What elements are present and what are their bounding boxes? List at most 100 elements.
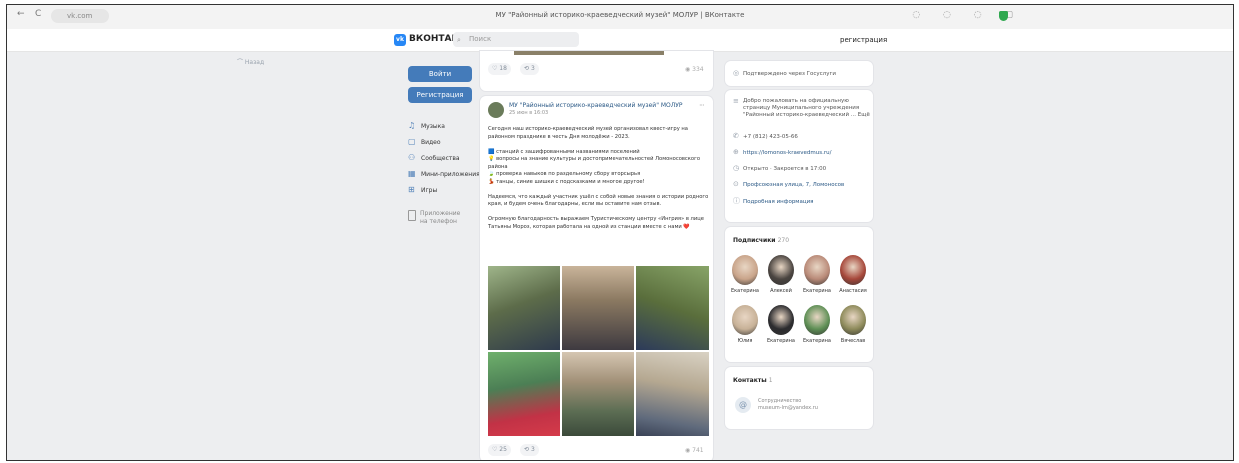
tab-title: МУ "Районный историко-краеведческий музе…: [495, 11, 745, 19]
nav-item-games[interactable]: ⊞ Игры: [408, 184, 437, 196]
post-text-line: 💃 танцы, синие шишки с подсказками и мно…: [488, 178, 645, 185]
views-count: ◉ 334: [685, 66, 704, 73]
phone-icon: ✆: [733, 132, 739, 140]
nav-item-apps[interactable]: ▦ Мини-приложения: [408, 168, 480, 180]
vk-logo-icon[interactable]: vk: [394, 34, 406, 46]
post-text-line: Огромную благодарность выражаем Туристич…: [488, 216, 704, 222]
post-text-line: Надеемся, что каждый участник ушёл с соб…: [488, 193, 709, 200]
subscriber-name[interactable]: Екатерина: [730, 288, 760, 294]
verified-icon: ◎: [733, 69, 740, 77]
subscriber-item[interactable]: Екатерина: [802, 255, 832, 294]
subscriber-avatar[interactable]: [840, 305, 866, 335]
subscriber-item[interactable]: Юлия: [730, 305, 760, 344]
nav-item-music[interactable]: ♫ Музыка: [408, 120, 445, 132]
info-more[interactable]: ⓘ Подробная информация: [733, 196, 813, 206]
info-description[interactable]: ≡ Добро пожаловать на официальную страниц…: [733, 98, 870, 119]
screenshot-frame: ← C vk.com МУ "Районный историко-краевед…: [6, 4, 1234, 461]
post-card: МУ "Районный историко-краеведческий музе…: [480, 96, 713, 460]
info-hours[interactable]: ◷ Открыто · Закроется в 17:00: [733, 164, 826, 172]
info-icon: ⓘ: [733, 197, 740, 205]
subscriber-avatar[interactable]: [768, 255, 794, 285]
info-website[interactable]: ⊕ https://lomonos-kraevedmus.ru/: [733, 148, 831, 156]
subscriber-item[interactable]: Алексей: [766, 255, 796, 294]
contacts-title[interactable]: Контакты 1: [733, 377, 773, 384]
info-address[interactable]: ⊙ Профсоюзная улица, 7, Ломоносов: [733, 180, 844, 188]
register-link[interactable]: регистрация: [840, 36, 887, 44]
contact-info[interactable]: Сотрудничество museum-lm@yandex.ru: [758, 398, 818, 412]
subscriber-name[interactable]: Алексей: [766, 288, 796, 294]
post-text-line: 💡 вопросы на знание культуры и достоприм…: [488, 156, 700, 162]
search-icon: ⌕: [457, 36, 461, 44]
like-button[interactable]: ♡ 25: [488, 444, 511, 456]
subscriber-avatar[interactable]: [732, 255, 758, 285]
post-author[interactable]: МУ "Районный историко-краеведческий музе…: [509, 102, 683, 109]
globe-icon: ⊕: [733, 148, 739, 156]
subscriber-name[interactable]: Екатерина: [802, 338, 832, 344]
post-photo[interactable]: [488, 352, 560, 436]
search-input[interactable]: Поиск: [453, 32, 579, 47]
login-button[interactable]: Войти: [408, 66, 472, 82]
post-text-line: 🟦 станций с зашифрованными названиями по…: [488, 148, 640, 155]
subscriber-item[interactable]: Анастасия: [838, 255, 868, 294]
post-photo[interactable]: [488, 266, 560, 350]
clock-icon: ◷: [733, 164, 740, 172]
gosuslugi-card[interactable]: ◎ Подтверждено через Госуслуги: [725, 61, 873, 86]
subscriber-item[interactable]: Екатерина: [766, 305, 796, 344]
subscriber-name[interactable]: Екатерина: [802, 288, 832, 294]
subscriber-avatar[interactable]: [732, 305, 758, 335]
nav-item-video[interactable]: ▢ Видео: [408, 136, 441, 148]
info-phone[interactable]: ✆ +7 (812) 423-05-66: [733, 132, 798, 140]
subscriber-avatar[interactable]: [804, 305, 830, 335]
post-text-line: Сегодня наш историко-краеведческий музей…: [488, 126, 688, 132]
groups-icon: ⚇: [408, 153, 416, 162]
subscriber-avatar[interactable]: [840, 255, 866, 285]
subscriber-item[interactable]: Екатерина: [802, 305, 832, 344]
post-photo[interactable]: [636, 266, 709, 350]
browser-toolbar: ← C vk.com МУ "Районный историко-краевед…: [7, 5, 1233, 30]
subscriber-name[interactable]: Вячеслав: [838, 338, 868, 344]
post-text-line: 🍃 проверка навыков по раздельному сбору …: [488, 171, 641, 177]
nav-item-groups[interactable]: ⚇ Сообщества: [408, 152, 460, 164]
views-count: ◉ 741: [685, 447, 704, 454]
subscriber-item[interactable]: Вячеслав: [838, 305, 868, 344]
post-photo[interactable]: [636, 352, 709, 436]
group-avatar[interactable]: [488, 102, 504, 118]
location-icon: ⊙: [733, 180, 739, 188]
post-text-line: района: [488, 163, 508, 170]
post-text-line: Татьяны Мороз, которая работала на одной…: [488, 223, 690, 230]
phone-device-icon: [408, 210, 416, 221]
register-button[interactable]: Регистрация: [408, 87, 472, 103]
post-photo[interactable]: [562, 352, 634, 436]
subscriber-avatar[interactable]: [804, 255, 830, 285]
more-options-icon[interactable]: ···: [699, 101, 705, 110]
info-card: ≡ Добро пожаловать на официальную страниц…: [725, 90, 873, 222]
post-photo-edge: [514, 51, 664, 55]
subscriber-name[interactable]: Юлия: [730, 338, 760, 344]
shield-icon[interactable]: [999, 11, 1008, 21]
contact-avatar-icon[interactable]: @: [735, 397, 751, 413]
previous-post-card: ♡ 18 ⟲ 3 ◉ 334: [480, 51, 713, 91]
subscriber-name[interactable]: Анастасия: [838, 288, 868, 294]
repost-button[interactable]: ⟲ 3: [520, 444, 539, 456]
post-photo-grid[interactable]: [488, 266, 709, 436]
post-photo[interactable]: [562, 266, 634, 350]
subscriber-name[interactable]: Екатерина: [766, 338, 796, 344]
games-icon: ⊞: [408, 185, 415, 194]
post-text-line: края, и будем очень благодарны, если вы …: [488, 201, 662, 207]
like-button[interactable]: ♡ 18: [488, 63, 511, 75]
subscriber-avatar[interactable]: [768, 305, 794, 335]
back-link[interactable]: ⌒ Назад: [237, 57, 264, 66]
app-promo[interactable]: Приложение на телефон: [408, 210, 460, 226]
apps-icon: ▦: [408, 169, 416, 178]
post-text-line: районном празднике в честь Дня молодёжи …: [488, 133, 630, 140]
subscribers-title[interactable]: Подписчики 270: [733, 237, 789, 244]
subscriber-item[interactable]: Екатерина: [730, 255, 760, 294]
site-header: vk ВКОНТАКТЕ Поиск ⌕ регистрация: [7, 29, 1233, 52]
post-date[interactable]: 25 июн в 16:03: [509, 110, 548, 116]
video-icon: ▢: [408, 137, 416, 146]
music-icon: ♫: [408, 121, 416, 130]
subscribers-card: Подписчики 270 Екатерина Алексей Екатерина…: [725, 227, 873, 362]
menu-icon: ≡: [733, 97, 739, 105]
repost-button[interactable]: ⟲ 3: [520, 63, 539, 75]
gosuslugi-verified: ◎ Подтверждено через Госуслуги: [733, 69, 836, 77]
